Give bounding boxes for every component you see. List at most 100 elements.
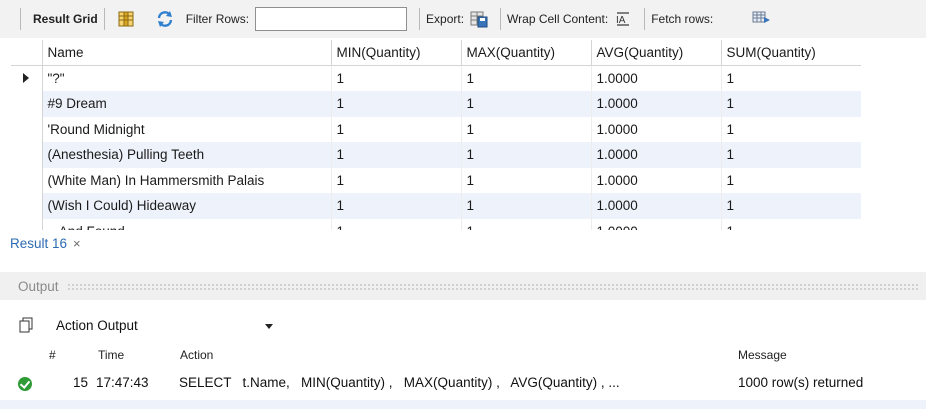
table-cell[interactable]: 1.0000 — [591, 142, 722, 168]
table-cell[interactable]: 1 — [461, 167, 592, 193]
table-cell[interactable]: 1 — [721, 193, 861, 219]
table-cell[interactable]: 1 — [461, 65, 592, 91]
toolbar-divider — [20, 8, 21, 30]
table-row[interactable]: (Anesthesia) Pulling Teeth 1 1 1.0000 1 — [11, 142, 861, 168]
log-row-time: 17:47:43 — [96, 375, 149, 390]
row-header[interactable] — [11, 218, 43, 230]
row-header-corner[interactable] — [11, 40, 43, 66]
row-header[interactable] — [11, 142, 43, 168]
output-title: Output — [18, 278, 59, 294]
output-toolbar: Action Output — [0, 310, 926, 340]
fetch-rows-icon[interactable] — [751, 9, 771, 29]
log-row-message: 1000 row(s) returned — [738, 375, 864, 390]
result-grid[interactable]: Name MIN(Quantity) MAX(Quantity) AVG(Qua… — [11, 40, 861, 230]
log-column-action[interactable]: Action — [180, 348, 213, 362]
table-cell[interactable]: 1 — [461, 142, 592, 168]
svg-text:IA: IA — [616, 15, 626, 26]
table-row[interactable]: ...And Found 1 1 1.0000 1 — [11, 218, 861, 230]
row-header[interactable] — [11, 116, 43, 142]
log-column-time[interactable]: Time — [98, 348, 124, 362]
column-header[interactable]: SUM(Quantity) — [721, 40, 861, 66]
export-save-icon[interactable] — [469, 9, 489, 29]
result-grid-label[interactable]: Result Grid — [33, 12, 98, 26]
table-cell[interactable]: 1.0000 — [591, 167, 722, 193]
table-row[interactable]: 'Round Midnight 1 1 1.0000 1 — [11, 116, 861, 142]
wrap-cell-icon[interactable]: IA — [613, 9, 633, 29]
output-panel-header: Output — [0, 272, 926, 300]
form-editor-icon[interactable] — [116, 9, 136, 29]
table-cell[interactable]: 1 — [721, 65, 861, 91]
table-cell[interactable]: 1.0000 — [591, 91, 722, 117]
log-column-number[interactable]: # — [49, 348, 56, 362]
filter-rows-label: Filter Rows: — [185, 12, 250, 26]
chevron-down-icon[interactable] — [265, 323, 273, 329]
filter-rows-input[interactable] — [255, 7, 408, 31]
table-cell[interactable]: 1 — [721, 167, 861, 193]
table-cell[interactable]: 1 — [331, 142, 462, 168]
column-header[interactable]: MIN(Quantity) — [331, 40, 462, 66]
table-cell[interactable]: 1 — [461, 91, 592, 117]
refresh-icon[interactable] — [155, 9, 175, 29]
table-cell[interactable]: 1.0000 — [591, 218, 722, 230]
table-cell[interactable]: 1.0000 — [591, 193, 722, 219]
table-row[interactable]: (Wish I Could) Hideaway 1 1 1.0000 1 — [11, 193, 861, 219]
table-cell[interactable]: 1 — [461, 193, 592, 219]
table-header-row: Name MIN(Quantity) MAX(Quantity) AVG(Qua… — [11, 40, 861, 66]
fetch-rows-label: Fetch rows: — [651, 12, 714, 26]
table-cell[interactable]: 1 — [721, 142, 861, 168]
row-header[interactable] — [11, 91, 43, 117]
table-cell[interactable]: 1 — [721, 91, 861, 117]
table-cell[interactable]: (Wish I Could) Hideaway — [42, 193, 332, 219]
row-header[interactable] — [11, 65, 43, 91]
close-tab-icon[interactable]: × — [73, 236, 81, 251]
log-row-action: SELECT t.Name, MIN(Quantity) , MAX(Quant… — [179, 375, 620, 390]
success-check-icon — [18, 377, 32, 391]
row-header[interactable] — [11, 193, 43, 219]
toolbar-divider — [103, 8, 105, 30]
wrap-cell-label: Wrap Cell Content: — [507, 12, 609, 26]
table-cell[interactable]: "?" — [42, 65, 332, 91]
table-row[interactable]: "?" 1 1 1.0000 1 — [11, 65, 861, 91]
table-row[interactable]: #9 Dream 1 1 1.0000 1 — [11, 91, 861, 117]
table-row[interactable]: (White Man) In Hammersmith Palais 1 1 1.… — [11, 167, 861, 193]
column-header[interactable]: Name — [42, 40, 332, 66]
log-header-row: # Time Action Message — [0, 345, 926, 365]
table-cell[interactable]: 1 — [461, 116, 592, 142]
toolbar-divider — [419, 8, 421, 30]
row-header[interactable] — [11, 167, 43, 193]
panel-grip[interactable] — [66, 282, 918, 290]
table-cell[interactable]: (Anesthesia) Pulling Teeth — [42, 142, 332, 168]
result-tab-label: Result 16 — [10, 236, 68, 251]
table-cell[interactable]: (White Man) In Hammersmith Palais — [42, 167, 332, 193]
output-type-select[interactable]: Action Output — [56, 317, 273, 333]
result-table: Name MIN(Quantity) MAX(Quantity) AVG(Qua… — [11, 40, 861, 230]
log-column-message[interactable]: Message — [738, 348, 787, 362]
export-label: Export: — [426, 12, 465, 26]
current-row-arrow-icon — [23, 73, 30, 83]
log-row[interactable]: 15 17:47:43 SELECT t.Name, MIN(Quantity)… — [0, 372, 926, 396]
table-cell[interactable]: #9 Dream — [42, 91, 332, 117]
table-cell[interactable]: ...And Found — [42, 218, 332, 230]
log-row[interactable] — [0, 400, 926, 409]
table-cell[interactable]: 1.0000 — [591, 65, 722, 91]
table-cell[interactable]: 1 — [331, 193, 462, 219]
result-toolbar: Result Grid Filter Rows: Export: Wrap Ce… — [0, 0, 926, 38]
copy-icon[interactable] — [18, 317, 34, 333]
table-cell[interactable]: 1 — [721, 218, 861, 230]
table-cell[interactable]: 'Round Midnight — [42, 116, 332, 142]
toolbar-divider — [500, 8, 502, 30]
column-header[interactable]: AVG(Quantity) — [591, 40, 722, 66]
toolbar-divider — [644, 8, 646, 30]
table-cell[interactable]: 1 — [461, 218, 592, 230]
output-type-value: Action Output — [56, 317, 138, 333]
log-row-number: 15 — [73, 375, 89, 390]
column-header[interactable]: MAX(Quantity) — [461, 40, 592, 66]
table-cell[interactable]: 1 — [331, 91, 462, 117]
table-cell[interactable]: 1 — [331, 65, 462, 91]
table-cell[interactable]: 1 — [721, 116, 861, 142]
table-cell[interactable]: 1 — [331, 218, 462, 230]
tab-result-16[interactable]: Result 16 × — [10, 236, 81, 251]
table-cell[interactable]: 1 — [331, 167, 462, 193]
table-cell[interactable]: 1 — [331, 116, 462, 142]
table-cell[interactable]: 1.0000 — [591, 116, 722, 142]
